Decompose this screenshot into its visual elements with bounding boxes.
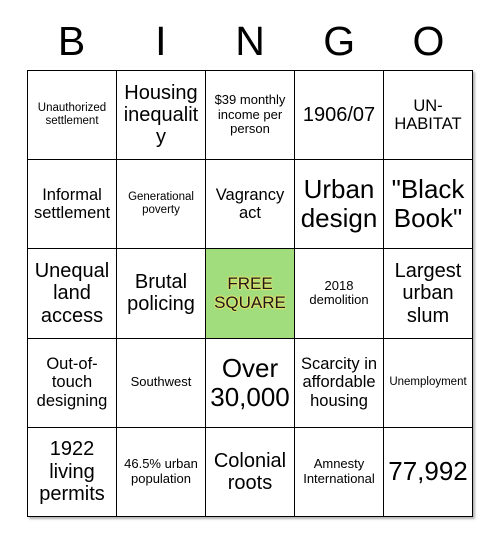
bingo-header-letter-n: N [235, 17, 265, 64]
bingo-cell[interactable]: Unequal land access [28, 249, 117, 339]
bingo-cell-label: 2018 demolition [309, 277, 369, 308]
bingo-cell[interactable]: Informal settlement [28, 160, 117, 250]
bingo-cell-label: Unequal land access [34, 259, 110, 327]
bingo-card: B I N G O Unauthorized settlement Housing… [27, 12, 473, 517]
bingo-cell-label: Largest urban slum [394, 259, 462, 327]
bingo-cell-label: UN-HABITAT [394, 96, 462, 134]
bingo-cell-label: Vagrancy act [215, 185, 285, 223]
bingo-cell-label: 1906/07 [302, 103, 376, 126]
bingo-cell[interactable]: $39 monthly income per person [206, 71, 295, 161]
bingo-grid: Unauthorized settlement Housing inequalit… [27, 70, 473, 517]
bingo-cell[interactable]: Over 30,000 [206, 338, 295, 428]
bingo-cell[interactable]: Largest urban slum [384, 249, 473, 339]
bingo-cell-label: Over 30,000 [210, 352, 290, 412]
bingo-cell[interactable]: Unauthorized settlement [28, 71, 117, 161]
bingo-cell[interactable]: Housing inequality [117, 71, 206, 161]
bingo-cell-label: "Black Book" [391, 174, 465, 234]
bingo-cell[interactable]: Unemployment [384, 338, 473, 428]
bingo-cell[interactable]: Out-of-touch designing [28, 338, 117, 428]
bingo-cell[interactable]: Scarcity in affordable housing [295, 338, 384, 428]
bingo-cell[interactable]: Southwest [117, 338, 206, 428]
bingo-cell-label: Amnesty International [303, 456, 375, 486]
bingo-cell-label: Out-of-touch designing [36, 354, 108, 410]
bingo-free-square[interactable]: FREE SQUARE [206, 249, 295, 339]
bingo-cell-label: Informal settlement [33, 185, 111, 223]
bingo-header-letter-g: G [323, 17, 356, 64]
bingo-cell-label: FREE SQUARE [214, 274, 286, 313]
bingo-cell[interactable]: Brutal policing [117, 249, 206, 339]
bingo-cell-label: 1922 living permits [39, 438, 105, 506]
bingo-cell[interactable]: UN-HABITAT [384, 71, 473, 161]
bingo-cell-label: Colonial roots [213, 449, 287, 494]
bingo-header-letter-o: O [412, 17, 445, 64]
bingo-cell-label: $39 monthly income per person [214, 92, 286, 137]
bingo-cell-label: 46.5% urban population [124, 456, 198, 486]
bingo-cell[interactable]: 2018 demolition [295, 249, 384, 339]
bingo-cell[interactable]: 46.5% urban population [117, 427, 206, 517]
bingo-cell-label: Southwest [130, 374, 192, 390]
bingo-cell[interactable]: 1922 living permits [28, 427, 117, 517]
bingo-cell-label: 77,992 [388, 456, 468, 487]
bingo-cell-label: Urban design [300, 174, 378, 234]
bingo-cell[interactable]: "Black Book" [384, 160, 473, 250]
bingo-cell[interactable]: Generational poverty [117, 160, 206, 250]
bingo-cell[interactable]: Vagrancy act [206, 160, 295, 250]
bingo-cell-label: Scarcity in affordable housing [300, 354, 378, 410]
bingo-cell[interactable]: Amnesty International [295, 427, 384, 517]
bingo-cell-label: Housing inequality [123, 81, 199, 149]
bingo-header-letter-i: I [155, 17, 167, 64]
bingo-cell-label: Unemployment [389, 376, 467, 389]
bingo-cell[interactable]: Colonial roots [206, 427, 295, 517]
bingo-cell-label: Generational poverty [128, 191, 194, 217]
bingo-card-page: B I N G O Unauthorized settlement Housing… [0, 0, 500, 544]
bingo-header: B I N G O [27, 12, 473, 70]
bingo-header-letter-b: B [57, 17, 86, 64]
bingo-cell[interactable]: 1906/07 [295, 71, 384, 161]
bingo-cell-label: Unauthorized settlement [37, 102, 107, 128]
bingo-cell[interactable]: 77,992 [384, 427, 473, 517]
bingo-cell[interactable]: Urban design [295, 160, 384, 250]
bingo-cell-label: Brutal policing [127, 271, 195, 316]
